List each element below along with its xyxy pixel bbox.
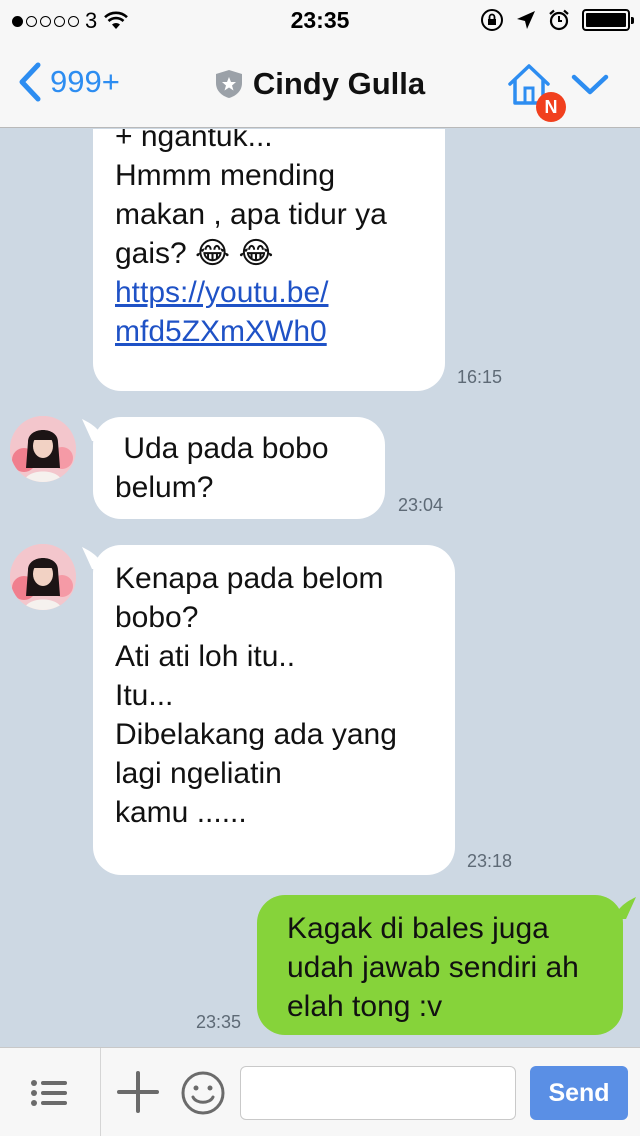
message-line: Kenapa pada belom [115,562,384,595]
chevron-down-icon[interactable] [570,70,610,100]
message-line: Dibelakang ada yang [115,718,397,751]
message-line: lagi ngeliatin [115,757,282,790]
message-line: + ngantuk... [115,129,273,153]
message-bubble[interactable]: + ngantuk... Hmmm mending makan , apa ti… [93,129,445,391]
message-line: kamu ...... [115,796,247,829]
message-line: bobo? [115,601,199,634]
notification-badge: N [536,92,566,122]
bubble-tail [612,897,636,919]
message-bubble[interactable]: Uda pada bobo belum? [93,417,385,519]
divider [100,1048,101,1136]
message-time: 23:18 [467,851,513,871]
avatar-image [10,544,76,610]
message-link[interactable]: https://youtu.be/mfd5ZXmXWh0 [115,273,423,351]
menu-list-icon[interactable] [30,1078,68,1108]
message-input[interactable] [240,1066,516,1120]
avatar-image [10,416,76,482]
location-arrow-icon [517,11,535,29]
rotation-lock-icon [481,9,503,31]
message-line: elah tong :v [287,990,443,1023]
alarm-icon [549,9,569,31]
contact-avatar[interactable] [10,416,76,482]
contact-avatar[interactable] [10,544,76,610]
emoji-icon[interactable] [180,1070,226,1116]
battery-icon [582,9,634,31]
nav-bar: 999+ Cindy Gulla N [0,40,640,128]
plus-icon[interactable] [116,1070,160,1114]
message-bubble[interactable]: Kenapa pada belom bobo? Ati ati loh itu.… [93,545,455,875]
message-line: makan , apa tidur ya [115,198,387,231]
outgoing-message-bubble[interactable]: Kagak di bales juga udah jawab sendiri a… [257,895,623,1035]
message-time: 23:04 [398,495,444,515]
message-line: udah jawab sendiri ah [287,951,579,984]
official-shield-icon [215,70,242,98]
message-time: 23:35 [196,1012,242,1032]
message-line: gais? 😂 😂 [115,237,274,270]
message-line: Itu... [115,679,174,712]
message-line: belum? [115,471,214,504]
send-button[interactable]: Send [530,1066,628,1120]
link-line: mfd5ZXmXWh0 [115,315,327,348]
link-line: https://youtu.be/ [115,276,329,309]
input-bar: Send [0,1047,640,1136]
message-line: Kagak di bales juga [287,912,549,945]
status-icons [480,8,634,32]
message-line: Ati ati loh itu.. [115,640,296,673]
message-line: Hmmm mending [115,159,336,192]
status-bar: 3 23:35 [0,0,640,40]
message-line: Uda pada bobo [115,432,329,465]
contact-name: Cindy Gulla [252,66,426,101]
message-time: 16:15 [457,367,503,387]
chat-area[interactable]: + ngantuk... Hmmm mending makan , apa ti… [0,129,640,1047]
